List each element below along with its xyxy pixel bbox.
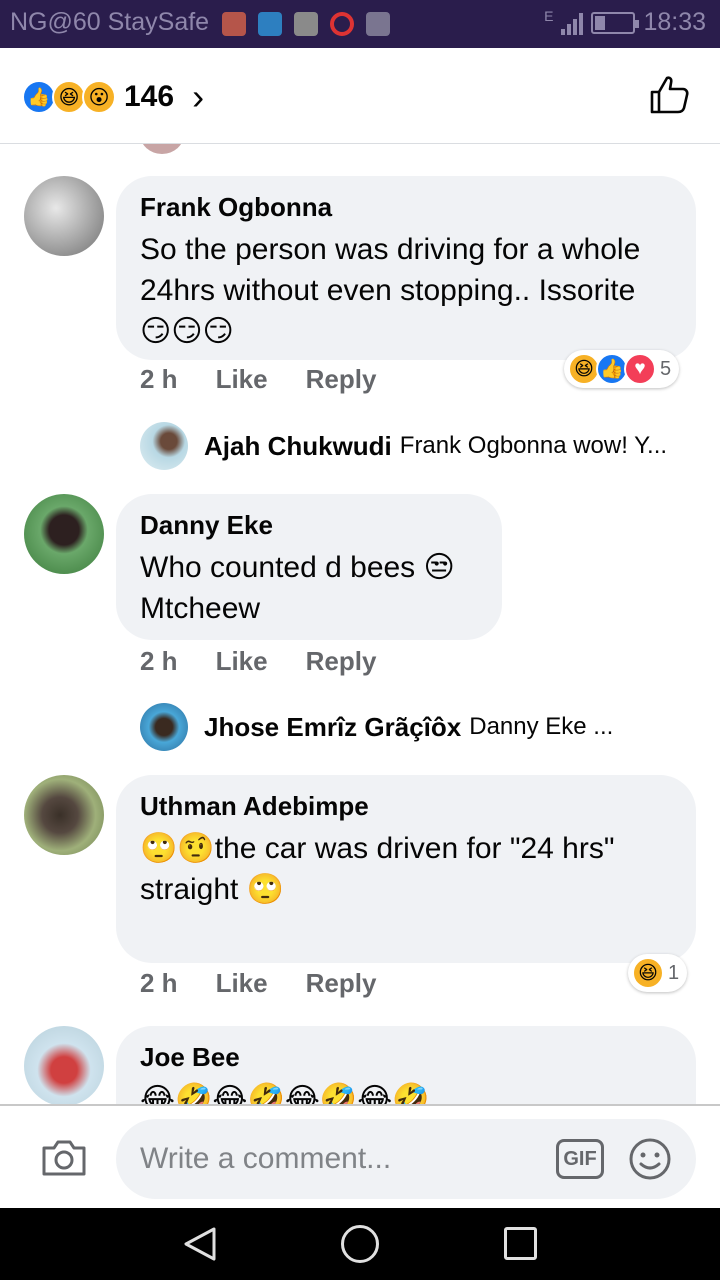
comment-time: 2 h xyxy=(140,968,178,998)
comment-bubble[interactable]: Danny Eke Who counted d bees 😒 Mtcheew xyxy=(116,494,502,640)
commenter-name[interactable]: Danny Eke xyxy=(140,510,478,541)
recent-apps-icon[interactable] xyxy=(504,1227,537,1260)
reply-preview[interactable]: Ajah Chukwudi Frank Ogbonna wow! Y... xyxy=(140,422,667,470)
clock: 18:33 xyxy=(643,8,706,36)
comment-actions: 2 h Like Reply xyxy=(140,364,414,395)
reactions-summary[interactable]: 👍 😆 😮 146 › xyxy=(22,76,204,118)
like-button[interactable]: Like xyxy=(216,968,268,999)
haha-icon: 😆 xyxy=(632,957,664,989)
replier-name: Jhose Emrîz Grãçîôx xyxy=(204,711,462,742)
avatar[interactable] xyxy=(24,494,104,574)
chevron-right-icon: › xyxy=(192,76,205,117)
comment-bubble[interactable]: Frank Ogbonna So the person was driving … xyxy=(116,176,696,360)
reply-snippet: Frank Ogbonna wow! Y... xyxy=(399,432,668,459)
comment-input-container[interactable]: GIF xyxy=(116,1119,696,1199)
wow-icon: 😮 xyxy=(82,80,116,114)
like-button[interactable]: Like xyxy=(216,364,268,395)
comment-time: 2 h xyxy=(140,364,178,394)
reaction-count: 5 xyxy=(660,357,672,380)
reply-button[interactable]: Reply xyxy=(306,364,377,395)
replier-name: Ajah Chukwudi xyxy=(204,430,392,461)
comment-actions: 2 h Like Reply xyxy=(140,646,414,677)
battery-icon xyxy=(591,11,640,34)
reaction-count: 1 xyxy=(668,961,680,984)
opera-icon xyxy=(330,12,354,36)
love-icon: ♥ xyxy=(624,353,656,385)
avatar xyxy=(140,144,184,154)
comment-text: Who counted d bees 😒 Mtcheew xyxy=(140,551,455,625)
comment-reactions[interactable]: 😆 👍 ♥ 5 xyxy=(564,350,680,388)
comment-bubble[interactable]: Uthman Adebimpe 🙄🤨the car was driven for… xyxy=(116,775,696,963)
status-bar: NG@60 StaySafe E 18:33 xyxy=(0,0,720,48)
reply-preview[interactable]: Jhose Emrîz Grãçîôx Danny Eke ... xyxy=(140,703,613,751)
gif-button[interactable]: GIF xyxy=(556,1139,604,1179)
avatar xyxy=(140,703,188,751)
app-notification-icon xyxy=(258,12,282,36)
comment-text: 🙄🤨the car was driven for "24 hrs" straig… xyxy=(140,832,615,906)
system-navigation-bar xyxy=(0,1208,720,1280)
comment-text: So the person was driving for a whole 24… xyxy=(140,233,641,348)
avatar[interactable] xyxy=(24,1026,104,1104)
comment-bubble[interactable]: Joe Bee 😂🤣😂🤣😂🤣😂🤣 xyxy=(116,1026,696,1104)
signal-icon xyxy=(561,11,584,35)
comment-text: 😂🤣😂🤣😂🤣😂🤣 xyxy=(140,1083,430,1104)
gallery-notification-icon xyxy=(366,12,390,36)
avatar[interactable] xyxy=(24,176,104,256)
avatar xyxy=(140,422,188,470)
carrier-label: NG@60 StaySafe xyxy=(10,8,210,36)
comment-reactions[interactable]: 😆 1 xyxy=(628,954,688,992)
commenter-name[interactable]: Frank Ogbonna xyxy=(140,192,672,223)
comment-time: 2 h xyxy=(140,646,178,676)
comment-actions: 2 h Like Reply xyxy=(140,968,414,999)
commenter-name[interactable]: Uthman Adebimpe xyxy=(140,791,672,822)
home-icon[interactable] xyxy=(341,1225,379,1263)
back-icon[interactable] xyxy=(180,1226,220,1262)
emoji-icon[interactable] xyxy=(628,1137,672,1181)
commenter-name[interactable]: Joe Bee xyxy=(140,1042,672,1073)
like-icon: 👍 xyxy=(22,80,56,114)
reaction-count: 146 xyxy=(124,80,175,113)
status-indicators: E 18:33 xyxy=(544,8,706,37)
like-button[interactable]: Like xyxy=(216,646,268,677)
comment-input[interactable] xyxy=(140,1139,540,1179)
thumbs-up-icon[interactable] xyxy=(648,74,690,116)
reply-button[interactable]: Reply xyxy=(306,968,377,999)
photo-notification-icon xyxy=(294,12,318,36)
notification-icons xyxy=(222,12,390,36)
app-notification-icon xyxy=(222,12,246,36)
comments-list[interactable]: Frank Ogbonna So the person was driving … xyxy=(0,144,720,1104)
reply-snippet: Danny Eke ... xyxy=(469,713,614,740)
comment-composer: GIF xyxy=(0,1104,720,1208)
network-type: E xyxy=(544,8,554,24)
reply-button[interactable]: Reply xyxy=(306,646,377,677)
camera-icon[interactable] xyxy=(40,1138,88,1178)
avatar[interactable] xyxy=(24,775,104,855)
haha-icon: 😆 xyxy=(52,80,86,114)
